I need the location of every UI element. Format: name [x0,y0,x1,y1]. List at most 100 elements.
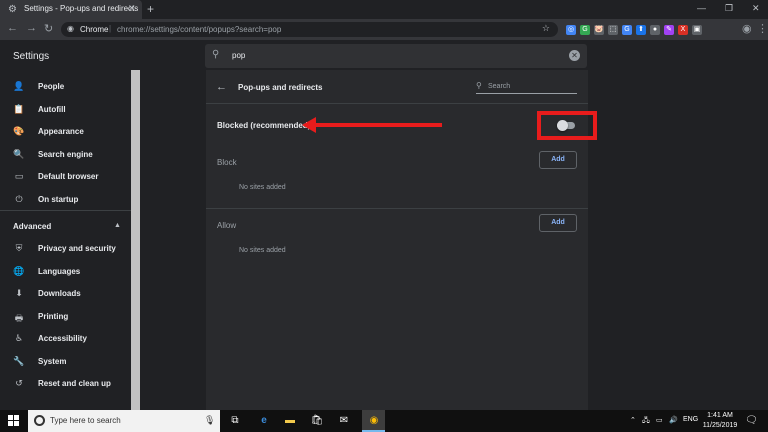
sidebar-item-label: Printing [38,311,69,321]
sidebar-item-on-startup[interactable]: ⏻ On startup [0,190,131,210]
taskbar-search-box[interactable]: Type here to search 🎙 [28,410,220,432]
sidebar-item-search-engine[interactable]: 🔍 Search engine [0,145,131,165]
sidebar-item-reset-and-clean-up[interactable]: ↺ Reset and clean up [0,374,131,394]
extension-icon[interactable]: ⬚ [608,25,618,35]
profile-avatar-icon[interactable]: ◉ [742,22,752,35]
taskbar-clock[interactable]: 1:41 AM 11/25/2019 [702,411,738,431]
forward-button[interactable]: → [26,22,37,34]
extension-icon[interactable]: ⬆ [636,25,646,35]
sidebar-scrollbar[interactable] [131,70,140,410]
new-tab-button[interactable]: + [147,2,154,16]
edge-icon[interactable]: e [256,413,272,429]
sidebar-item-default-browser[interactable]: ▭ Default browser [0,167,131,187]
sidebar-item-label: People [38,82,65,91]
search-icon: 🔍 [13,148,25,159]
mail-icon[interactable]: ✉ [336,413,352,429]
tab-close-icon[interactable]: ✕ [128,3,136,14]
cortana-icon [34,415,45,426]
microphone-icon[interactable]: 🎙 [204,415,215,426]
restore-button[interactable]: ❐ [725,3,733,14]
sidebar-item-downloads[interactable]: ⬇ Downloads [0,284,131,304]
sidebar-item-label: Search engine [38,149,93,159]
extension-icon[interactable]: ● [650,25,660,35]
tab-title: Settings - Pop-ups and redirects [24,4,139,13]
sidebar-item-languages[interactable]: 🌐 Languages [0,262,131,282]
panel-search-input[interactable]: ⚲ Search [476,81,577,94]
sidebar-item-printing[interactable]: 🖶 Printing [0,307,131,327]
clipboard-icon: 📋 [13,103,25,114]
sidebar-item-accessibility[interactable]: ♿ Accessibility [0,329,131,349]
sidebar-item-people[interactable]: 👤 People [0,77,131,97]
sidebar-item-system[interactable]: 🔧 System [0,352,131,372]
palette-icon: 🎨 [13,126,25,136]
extension-icon[interactable]: X [678,25,688,35]
download-icon: ⬇ [15,288,23,298]
extension-icon[interactable]: ▣ [692,25,702,35]
header-divider [206,103,588,104]
block-add-button[interactable]: Add [539,151,577,169]
menu-kebab-icon[interactable]: ⋮ [757,22,768,35]
volume-icon[interactable]: 🔊 [669,416,678,424]
url-text: chrome://settings/content/popups?search=… [117,25,282,34]
chrome-icon[interactable]: ◉ [366,413,382,429]
advanced-section-label[interactable]: Advanced [13,222,51,231]
active-tab[interactable]: ⚙ Settings - Pop-ups and redirects ✕ [0,0,142,19]
windows-start-icon[interactable] [8,415,19,426]
sidebar-item-label: Privacy and security [38,244,116,253]
language-indicator[interactable]: ENG [683,416,698,423]
address-bar[interactable]: ◉ Chrome | chrome://settings/content/pop… [61,22,558,37]
sidebar-item-label: Reset and clean up [38,379,111,388]
extension-icon[interactable]: 🐷 [594,25,604,35]
sidebar-item-label: Downloads [38,289,81,298]
url-separator: | [109,24,112,33]
sidebar-item-label: Autofill [38,104,66,114]
file-explorer-icon[interactable]: ▬ [282,413,298,429]
store-icon[interactable]: 🛍 [309,413,325,429]
search-query: pop [232,51,246,60]
clock-time: 1:41 AM [707,412,733,419]
sidebar-item-label: Appearance [38,127,84,136]
block-section-label: Block [217,158,237,167]
extension-icon[interactable]: G [580,25,590,35]
clear-search-icon[interactable]: ✕ [569,50,580,61]
battery-icon[interactable]: ▭ [656,416,663,424]
chrome-scheme-icon: ◉ [67,24,74,33]
history-icon: ↺ [15,378,23,388]
allow-empty-note: No sites added [239,247,286,254]
wrench-icon: 🔧 [13,355,25,366]
close-window-button[interactable]: ✕ [752,3,760,14]
person-icon: 👤 [13,81,25,91]
task-view-icon[interactable]: ⧉ [227,413,243,429]
clock-date: 11/25/2019 [702,422,738,429]
back-button[interactable]: ← [7,22,18,34]
network-icon[interactable]: 🖧 [642,416,650,427]
tray-chevron-icon[interactable]: ⌃ [630,416,636,424]
minimize-button[interactable]: — [697,3,706,13]
page-title: Pop-ups and redirects [238,83,323,92]
url-scheme: Chrome [80,25,109,34]
allow-add-button[interactable]: Add [539,214,577,232]
reload-button[interactable]: ↻ [44,22,53,35]
browser-icon: ▭ [14,171,24,181]
extension-icon[interactable]: G [622,25,632,35]
sidebar-item-autofill[interactable]: 📋 Autofill [0,100,131,120]
back-arrow-icon[interactable]: ← [216,81,227,93]
chevron-up-icon[interactable]: ▲ [114,222,121,229]
sidebar-item-label: Accessibility [38,334,87,343]
bookmark-star-icon[interactable]: ☆ [542,23,550,34]
printer-icon: 🖶 [14,312,24,323]
annotation-arrow-shaft [314,123,442,127]
search-icon: ⚲ [212,49,220,60]
sidebar-item-label: On startup [38,194,79,204]
extension-icon[interactable]: ◎ [566,25,576,35]
extension-icon[interactable]: ✎ [664,25,674,35]
settings-gear-icon: ⚙ [8,4,17,15]
notification-center-icon[interactable]: 🗨 [745,415,758,426]
allow-section-label: Allow [217,221,237,230]
sidebar-item-label: System [38,356,67,366]
blocked-setting-label: Blocked (recommended) [217,121,311,130]
settings-search-input[interactable]: ⚲ pop ✕ [205,44,587,68]
sidebar-item-privacy-and-security[interactable]: ⛨ Privacy and security [0,239,131,259]
sidebar-item-appearance[interactable]: 🎨 Appearance [0,122,131,142]
shield-icon: ⛨ [15,243,23,253]
